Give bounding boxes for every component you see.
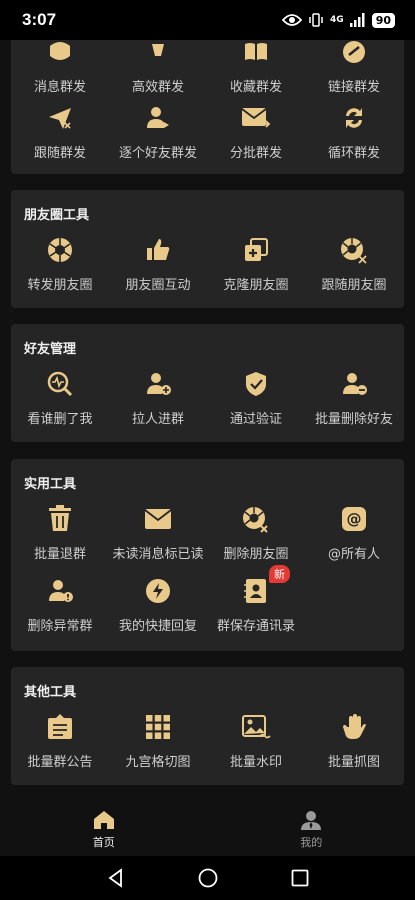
tool-link-broadcast[interactable]: 链接群发 xyxy=(305,36,403,95)
tool-delete-moments[interactable]: 删除朋友圈 xyxy=(207,503,305,562)
aperture-icon xyxy=(48,238,72,262)
at-sign-icon: @ xyxy=(342,507,366,531)
tool-batch-quit-groups[interactable]: 批量退群 xyxy=(11,503,109,562)
system-nav-bar xyxy=(0,856,415,900)
tool-loop-broadcast[interactable]: 循环群发 xyxy=(305,102,403,161)
image-watermark-icon xyxy=(242,715,271,739)
new-badge: 新 xyxy=(269,565,290,583)
tool-favorites-broadcast[interactable]: 收藏群发 xyxy=(207,36,305,95)
grid-icon xyxy=(146,715,170,739)
user-send-icon xyxy=(147,107,169,128)
aperture-delete-icon xyxy=(243,507,268,533)
tool-batch-grab-images[interactable]: 批量抓图 xyxy=(305,711,403,770)
nav-mine[interactable]: 我的 xyxy=(208,800,415,856)
lightning-bubble-icon xyxy=(146,579,170,603)
tool-save-group-contacts[interactable]: 群保存通讯录 新 xyxy=(207,565,305,634)
battery-indicator: 90 xyxy=(371,12,395,28)
tool-batch-watermark[interactable]: 批量水印 xyxy=(207,711,305,770)
other-tools-card: 其他工具 批量群公告 九宫格切图 批量水印 批量抓图 xyxy=(11,667,404,785)
section-title: 朋友圈工具 xyxy=(24,208,90,223)
tool-pull-into-group[interactable]: 拉人进群 xyxy=(109,368,207,427)
tool-who-deleted-me[interactable]: 看谁删了我 xyxy=(11,368,109,427)
tool-moments-interact[interactable]: 朋友圈互动 xyxy=(109,234,207,293)
home-icon xyxy=(93,811,114,829)
tool-clone-moments[interactable]: 克隆朋友圈 xyxy=(207,234,305,293)
tool-mark-unread-read[interactable]: 未读消息标已读 xyxy=(109,503,207,562)
user-alert-icon xyxy=(49,580,73,602)
hand-icon xyxy=(343,714,366,739)
tool-forward-moments[interactable]: 转发朋友圈 xyxy=(11,234,109,293)
search-pulse-icon xyxy=(47,371,73,397)
back-icon[interactable] xyxy=(106,868,126,888)
tool-nine-grid-cut[interactable]: 九宫格切图 xyxy=(109,711,207,770)
tool-at-all[interactable]: @ @所有人 xyxy=(305,503,403,562)
moments-tools-card: 朋友圈工具 转发朋友圈 朋友圈互动 克隆朋友圈 跟随朋友圈 xyxy=(11,190,404,308)
tool-delete-abnormal-groups[interactable]: 删除异常群 xyxy=(11,575,109,634)
tool-follow-moments[interactable]: 跟随朋友圈 xyxy=(305,234,403,293)
tool-batch-delete-friends[interactable]: 批量删除好友 xyxy=(305,368,403,427)
book-icon xyxy=(245,43,267,60)
notice-board-icon xyxy=(48,714,72,739)
tool-quick-reply[interactable]: 我的快捷回复 xyxy=(109,575,207,634)
tool-follow-broadcast[interactable]: 跟随群发 xyxy=(11,102,109,161)
nav-home[interactable]: 首页 xyxy=(0,800,208,856)
tool-efficient-broadcast[interactable]: 高效群发 xyxy=(109,36,207,95)
envelope-icon xyxy=(144,509,172,529)
profile-icon xyxy=(301,811,322,830)
vibrate-icon xyxy=(309,13,323,27)
network-label: 4G xyxy=(330,15,344,25)
aperture-shuffle-icon xyxy=(341,238,367,264)
status-time: 3:07 xyxy=(22,10,57,29)
eye-icon xyxy=(282,14,303,26)
contact-book-icon xyxy=(244,579,266,603)
recents-icon[interactable] xyxy=(291,869,309,887)
signal-icon xyxy=(349,13,365,27)
copy-plus-icon xyxy=(245,238,268,261)
user-remove-icon xyxy=(343,373,367,395)
efficient-broadcast-icon xyxy=(152,44,164,56)
tool-message-broadcast[interactable]: 消息群发 xyxy=(11,36,109,95)
section-title: 其他工具 xyxy=(24,685,77,700)
section-title: 实用工具 xyxy=(24,477,77,492)
tool-pass-verification[interactable]: 通过验证 xyxy=(207,368,305,427)
tool-batch-group-notice[interactable]: 批量群公告 xyxy=(11,711,109,770)
status-bar: 3:07 4G 90 xyxy=(0,0,415,40)
utility-tools-card: 实用工具 批量退群 未读消息标已读 删除朋友圈 @ @所有人 删除异常群 我的快… xyxy=(11,459,404,651)
tool-one-by-one-broadcast[interactable]: 逐个好友群发 xyxy=(109,102,207,161)
svg-text:@: @ xyxy=(347,510,362,528)
bottom-nav: 首页 我的 xyxy=(0,800,415,856)
link-icon xyxy=(343,41,365,63)
tool-batch-broadcast[interactable]: 分批群发 xyxy=(207,102,305,161)
trash-icon xyxy=(49,505,71,531)
shield-check-icon xyxy=(246,372,266,396)
loop-icon xyxy=(346,108,362,128)
send-plane-icon xyxy=(49,108,71,129)
envelope-arrow-icon xyxy=(241,108,271,128)
home-circle-icon[interactable] xyxy=(198,868,218,888)
mass-send-card: 消息群发 高效群发 收藏群发 链接群发 跟随群发 逐个好友群发 分批群发 循环群… xyxy=(11,30,404,174)
thumbs-up-icon xyxy=(147,239,170,260)
section-title: 好友管理 xyxy=(24,342,77,357)
users-add-icon xyxy=(147,373,171,395)
message-broadcast-icon xyxy=(50,42,70,60)
friend-management-card: 好友管理 看谁删了我 拉人进群 通过验证 批量删除好友 xyxy=(11,324,404,442)
